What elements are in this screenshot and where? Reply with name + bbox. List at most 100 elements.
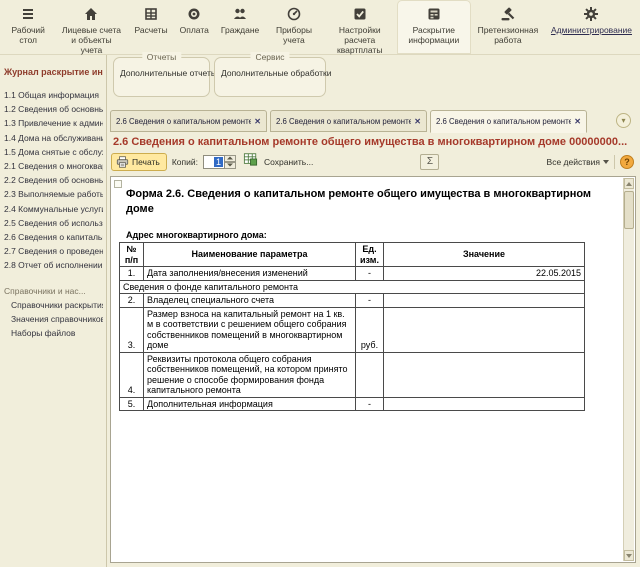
chevron-down-icon: ▾ (621, 116, 626, 125)
sidebar-item-1[interactable]: 1.1 Общая информация (4, 88, 103, 102)
top-nav-item-9[interactable]: Претензионная работа (471, 0, 545, 54)
unit-cell: - (355, 293, 384, 308)
top-nav-item-4[interactable]: Оплата (174, 0, 215, 54)
additional-processing-link[interactable]: Дополнительные обработки (221, 68, 331, 78)
top-nav-item-3[interactable]: Расчеты (128, 0, 173, 54)
num-cell: 1. (119, 266, 144, 281)
sidebar-item-6[interactable]: 2.1 Сведения о многокварт... (4, 159, 103, 173)
disclosure-icon (426, 6, 442, 22)
sidebar-item-2[interactable]: 1.2 Сведения об основных ... (4, 102, 103, 116)
sidebar-group-item-3[interactable]: Наборы файлов (11, 326, 103, 340)
unit-cell (355, 351, 384, 398)
document-content: Форма 2.6. Сведения о капитальном ремонт… (111, 177, 635, 411)
copies-decrement-button[interactable] (225, 161, 236, 169)
sidebar-group-item-1[interactable]: Справочники раскрытия ... (11, 298, 103, 312)
col-header-num: № п/п (119, 242, 144, 267)
page-title: 2.6 Сведения о капитальном ремонте общег… (113, 135, 628, 148)
table-row: 2. Владелец специального счета - (119, 293, 585, 308)
toolbar-separator (614, 154, 615, 169)
top-nav-item-6[interactable]: Приборы учета (265, 0, 322, 54)
top-nav-item-8[interactable]: Раскрытие информации (396, 0, 471, 54)
sidebar-item-10[interactable]: 2.5 Сведения об использов... (4, 216, 103, 230)
col-header-name: Наименование параметра (143, 242, 356, 267)
top-nav-item-label: Администрирование (550, 25, 632, 35)
tab-2[interactable]: 2.6 Сведения о капитальном ремонте общ..… (270, 110, 427, 132)
name-cell: Владелец специального счета (143, 293, 356, 308)
table-header-row: № п/п Наименование параметра Ед. изм. Зн… (119, 242, 585, 267)
print-button[interactable]: Печать (111, 152, 167, 171)
sidebar-header[interactable]: Журнал раскрытие ин... (4, 67, 103, 77)
house-icon (83, 6, 99, 22)
copies-increment-button[interactable] (225, 154, 236, 162)
sidebar-item-7[interactable]: 2.2 Сведения об основных ... (4, 173, 103, 187)
top-nav-item-label: Лицевые счета и объекты учета (61, 25, 121, 55)
sidebar-item-5[interactable]: 1.5 Дома снятые с обслуж... (4, 145, 103, 159)
spreadsheet-document[interactable]: Форма 2.6. Сведения о капитальном ремонт… (110, 176, 636, 563)
name-cell: Размер взноса на капитальный ремонт на 1… (143, 306, 356, 353)
save-button[interactable]: Сохранить... (264, 157, 313, 167)
top-nav-item-label: Настройки расчета квартплаты (337, 25, 383, 55)
help-button[interactable]: ? (620, 154, 634, 169)
top-nav-item-10[interactable]: Администрирование (545, 0, 638, 54)
value-cell (383, 396, 585, 411)
all-actions-button[interactable]: Все действия (547, 157, 609, 167)
unit-cell: руб. (355, 306, 384, 353)
checkbox-icon (352, 6, 368, 22)
close-icon[interactable]: ✕ (254, 117, 261, 126)
sidebar-items: 1.1 Общая информация 1.2 Сведения об осно… (4, 88, 103, 273)
sidebar-item-4[interactable]: 1.4 Дома на обслуживании (4, 131, 103, 145)
scroll-down-icon[interactable] (624, 550, 634, 561)
top-nav-item-label: Рабочий стол (11, 25, 45, 45)
copies-input[interactable]: 1 (203, 154, 225, 169)
sidebar-group-header[interactable]: Справочники и нас... (4, 286, 103, 296)
num-cell: 3. (119, 306, 144, 353)
panel-reports-legend: Отчеты (141, 52, 182, 62)
table-row: 4. Реквизиты протокола общего собрания со… (119, 351, 585, 398)
sidebar-item-8[interactable]: 2.3 Выполняемые работы ... (4, 187, 103, 201)
vertical-scrollbar[interactable] (623, 178, 634, 561)
sidebar-item-11[interactable]: 2.6 Сведения о капитально... (4, 230, 103, 244)
top-nav-item-7[interactable]: Настройки расчета квартплаты (323, 0, 397, 55)
tab-3[interactable]: 2.6 Сведения о капитальном ремонте общ..… (430, 110, 587, 133)
tab-list-button[interactable]: ▾ (616, 113, 631, 128)
scrollbar-thumb[interactable] (624, 191, 634, 229)
table-section-row: Сведения о фонде капитального ремонта (119, 279, 585, 294)
table-row: 5. Дополнительная информация - (119, 396, 585, 411)
tab-label: 2.6 Сведения о капитальном ремонте общ..… (276, 116, 412, 126)
top-nav-item-1[interactable]: Рабочий стол (2, 0, 54, 54)
copies-spin-buttons (225, 154, 236, 169)
sum-button[interactable]: Σ (420, 153, 440, 170)
top-nav-item-5[interactable]: Граждане (215, 0, 265, 54)
panel-splitter[interactable]: • • • (107, 102, 640, 117)
copies-stepper: 1 (203, 154, 236, 169)
sidebar-item-9[interactable]: 2.4 Коммунальные услуги ... (4, 202, 103, 216)
num-cell: 2. (119, 293, 144, 308)
sidebar-item-12[interactable]: 2.7 Сведения о проведенн... (4, 244, 103, 258)
table-row: 1. Дата заполнения/внесения изменений -22.… (119, 266, 585, 281)
col-header-value: Значение (383, 242, 585, 267)
additional-reports-link[interactable]: Дополнительные отчеты (120, 68, 217, 78)
name-cell: Реквизиты протокола общего собрания собс… (143, 351, 356, 398)
panel-service: Сервис Дополнительные обработки (214, 52, 331, 97)
scroll-up-icon[interactable] (624, 178, 634, 189)
desktop-icon (20, 6, 36, 22)
printer-icon (116, 155, 129, 168)
tab-1[interactable]: 2.6 Сведения о капитальном ремонте об...… (110, 110, 267, 132)
spreadsheet-button[interactable] (241, 153, 259, 170)
top-nav-item-label: Раскрытие информации (408, 25, 460, 45)
sidebar-group-item-2[interactable]: Значения справочников ... (11, 312, 103, 326)
sidebar-item-3[interactable]: 1.3 Привлечение к админи... (4, 116, 103, 130)
value-cell (383, 351, 585, 398)
value-cell (383, 293, 585, 308)
spreadsheet-icon (243, 152, 258, 171)
close-icon[interactable]: ✕ (414, 117, 421, 126)
coin-icon (186, 6, 202, 22)
gauge-icon (286, 6, 302, 22)
top-nav-item-2[interactable]: Лицевые счета и объекты учета (54, 0, 128, 55)
top-nav-item-label: Приборы учета (275, 25, 312, 45)
citizens-icon (232, 6, 248, 22)
copies-label: Копий: (171, 156, 198, 167)
close-icon[interactable]: ✕ (574, 117, 581, 126)
main-area: Отчеты Дополнительные отчеты Сервис Допо… (107, 52, 640, 567)
sidebar-item-13[interactable]: 2.8 Отчет об исполнении д... (4, 258, 103, 272)
